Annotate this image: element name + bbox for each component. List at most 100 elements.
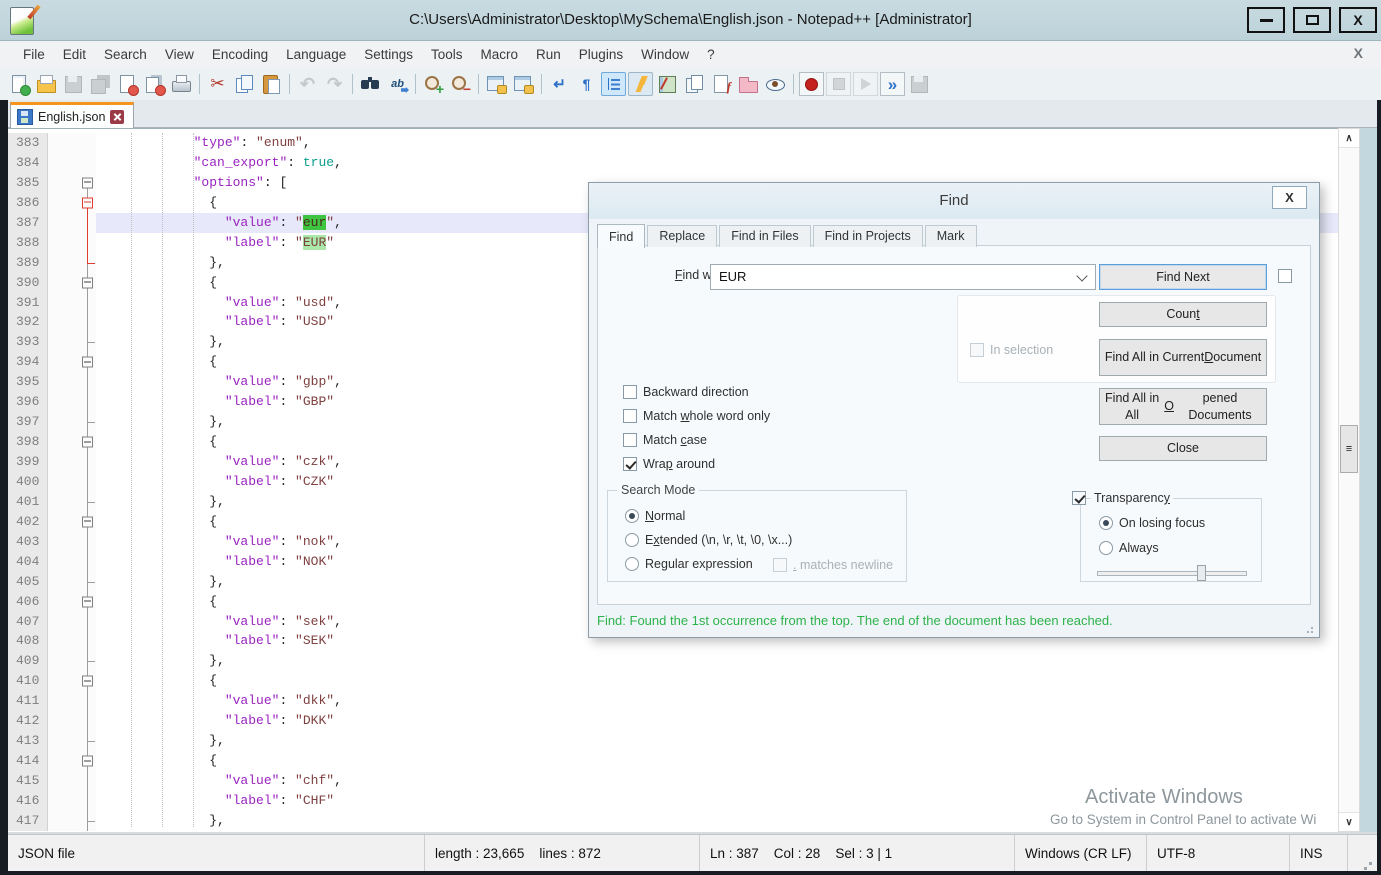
chevron-down-icon[interactable] — [1076, 270, 1087, 281]
search-mode-regex-radio[interactable] — [625, 557, 639, 571]
undo-icon[interactable] — [295, 72, 320, 96]
find-all-current-button[interactable]: Find All in Current Document — [1099, 339, 1267, 376]
minimize-button[interactable] — [1247, 7, 1285, 33]
monitoring-icon[interactable] — [763, 72, 788, 96]
toolbar-separator — [199, 74, 200, 94]
menu-settings[interactable]: Settings — [355, 47, 422, 62]
find-icon[interactable] — [358, 72, 383, 96]
dialog-resize-grip[interactable] — [1311, 627, 1313, 629]
code-line: }, — [96, 731, 1338, 751]
count-button[interactable]: Count — [1099, 302, 1267, 327]
macro-record-icon[interactable] — [799, 72, 824, 96]
find-dialog-close-button[interactable]: X — [1272, 186, 1307, 209]
close-button[interactable]: X — [1339, 7, 1377, 33]
fold-marker[interactable] — [82, 277, 93, 288]
zoom-in-icon[interactable] — [421, 72, 446, 96]
menu-view[interactable]: View — [156, 47, 203, 62]
fold-marker[interactable] — [82, 197, 93, 208]
find-dialog-tab-mark[interactable]: Mark — [925, 225, 977, 247]
search-mode-normal-label: Normal — [645, 509, 685, 523]
print-icon[interactable] — [169, 72, 194, 96]
cut-icon[interactable] — [205, 72, 230, 96]
fold-marker[interactable] — [82, 676, 93, 687]
fold-marker[interactable] — [82, 357, 93, 368]
sync-horizontal-icon[interactable] — [511, 72, 536, 96]
paste-icon[interactable] — [259, 72, 284, 96]
menu-run[interactable]: Run — [527, 47, 570, 62]
slider-thumb[interactable] — [1197, 565, 1206, 581]
match-whole-word-checkbox[interactable] — [623, 409, 637, 423]
fold-marker[interactable] — [82, 437, 93, 448]
replace-icon[interactable] — [385, 72, 410, 96]
close-dialog-button[interactable]: Close — [1099, 436, 1267, 461]
find-dialog-tab-find-in-files[interactable]: Find in Files — [719, 225, 810, 247]
menubar-close-icon[interactable]: X — [1354, 45, 1363, 61]
slider-track[interactable] — [1097, 571, 1247, 576]
macro-play-icon[interactable] — [853, 72, 878, 96]
fold-marker[interactable] — [82, 596, 93, 607]
indent-guide — [131, 133, 132, 827]
menu-language[interactable]: Language — [277, 47, 355, 62]
save-all-icon[interactable] — [88, 72, 113, 96]
scroll-up-icon[interactable]: ∧ — [1339, 129, 1359, 148]
find-next-extra-checkbox[interactable] — [1278, 269, 1292, 283]
fold-margin — [48, 532, 96, 552]
menu-macro[interactable]: Macro — [472, 47, 528, 62]
show-all-chars-icon[interactable] — [574, 72, 599, 96]
backward-direction-checkbox[interactable] — [623, 385, 637, 399]
menu-file[interactable]: File — [14, 47, 54, 62]
find-dialog-tab-find-in-projects[interactable]: Find in Projects — [813, 225, 923, 247]
line-number: 401 — [8, 492, 48, 512]
macro-run-multiple-icon[interactable] — [880, 72, 905, 96]
transparency-always-radio[interactable] — [1099, 541, 1113, 555]
close-file-icon[interactable] — [115, 72, 140, 96]
tab-english-json[interactable]: English.json — [10, 102, 134, 128]
scrollbar-thumb[interactable]: ≡ — [1340, 425, 1358, 473]
match-case-checkbox[interactable] — [623, 433, 637, 447]
indent-guide-icon[interactable] — [601, 72, 626, 96]
doc-list-icon[interactable] — [682, 72, 707, 96]
word-wrap-icon[interactable] — [547, 72, 572, 96]
maximize-button[interactable] — [1293, 7, 1331, 33]
fold-marker[interactable] — [82, 177, 93, 188]
menu-window[interactable]: Window — [632, 47, 698, 62]
find-what-input[interactable] — [717, 268, 1061, 285]
find-what-combobox[interactable] — [710, 264, 1096, 290]
macro-stop-icon[interactable] — [826, 72, 851, 96]
new-file-icon[interactable] — [7, 72, 32, 96]
find-all-opened-button[interactable]: Find All in All Opened Documents — [1099, 388, 1267, 425]
menu-help[interactable]: ? — [698, 47, 724, 62]
transparency-checkbox[interactable] — [1072, 491, 1086, 505]
fold-marker[interactable] — [82, 516, 93, 527]
macro-save-icon[interactable] — [907, 72, 932, 96]
resize-grip[interactable] — [1369, 862, 1372, 865]
tab-close-icon[interactable] — [110, 110, 124, 124]
menu-tools[interactable]: Tools — [422, 47, 472, 62]
redo-icon[interactable] — [322, 72, 347, 96]
function-list-icon[interactable] — [709, 72, 734, 96]
wrap-around-checkbox[interactable] — [623, 457, 637, 471]
doc-map-icon[interactable] — [655, 72, 680, 96]
sync-vertical-icon[interactable] — [484, 72, 509, 96]
vertical-scrollbar[interactable]: ∧ ≡ ∨ — [1338, 128, 1360, 832]
fold-marker[interactable] — [82, 756, 93, 767]
menu-plugins[interactable]: Plugins — [570, 47, 632, 62]
zoom-out-icon[interactable] — [448, 72, 473, 96]
search-mode-normal-radio[interactable] — [625, 509, 639, 523]
save-icon[interactable] — [61, 72, 86, 96]
user-defined-lang-icon[interactable] — [628, 72, 653, 96]
copy-icon[interactable] — [232, 72, 257, 96]
find-dialog-tab-find[interactable]: Find — [597, 224, 645, 248]
close-all-icon[interactable] — [142, 72, 167, 96]
folder-workspace-icon[interactable] — [736, 72, 761, 96]
open-file-icon[interactable] — [34, 72, 59, 96]
find-next-button[interactable]: Find Next — [1099, 264, 1267, 290]
transparency-slider[interactable] — [1097, 565, 1247, 581]
transparency-on-losing-focus-radio[interactable] — [1099, 516, 1113, 530]
scroll-down-icon[interactable]: ∨ — [1339, 812, 1359, 831]
menu-edit[interactable]: Edit — [54, 47, 95, 62]
find-dialog-tab-replace[interactable]: Replace — [647, 225, 717, 247]
menu-encoding[interactable]: Encoding — [203, 47, 277, 62]
search-mode-extended-radio[interactable] — [625, 533, 639, 547]
menu-search[interactable]: Search — [95, 47, 156, 62]
